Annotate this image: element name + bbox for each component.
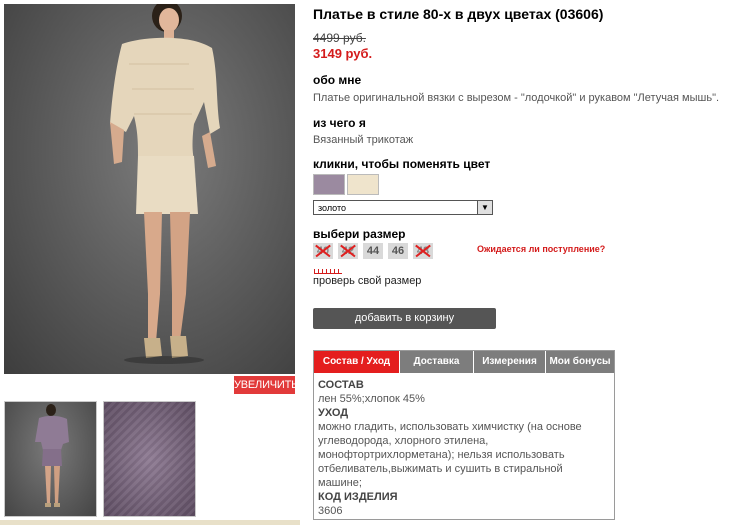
color-heading: кликни, чтобы поменять цвет [313, 157, 491, 171]
tab-measurements[interactable]: Измерения [474, 351, 546, 373]
tab-composition[interactable]: Состав / Уход [314, 351, 400, 373]
product-main-image[interactable] [4, 4, 295, 374]
size-option-40[interactable]: 40 [313, 243, 333, 259]
thumbnail-figure [35, 404, 69, 507]
sale-price: 3149 руб. [313, 46, 373, 61]
color-select[interactable]: золото ▼ [313, 200, 493, 215]
color-select-value: золото [318, 203, 347, 213]
tab-bonuses[interactable]: Мои бонусы [546, 351, 614, 373]
size-option-42[interactable]: 42 [338, 243, 358, 259]
material-text: Вязанный трикотаж [313, 134, 414, 146]
color-swatch-lilac[interactable] [313, 174, 345, 195]
thumbnail-2[interactable] [103, 401, 196, 517]
product-code: 3606 [318, 505, 343, 517]
ruler-icon[interactable] [314, 266, 342, 274]
details-tabs: Состав / Уход Доставка Измерения Мои бон… [314, 351, 614, 373]
size-option-48[interactable]: 48 [413, 243, 433, 259]
thumbnail-1[interactable] [4, 401, 97, 517]
size-heading: выбери размер [313, 227, 406, 241]
model-figure [110, 4, 220, 364]
composition-heading: СОСТАВ [318, 379, 364, 391]
chevron-down-icon[interactable]: ▼ [477, 201, 492, 214]
color-swatch-gold[interactable] [347, 174, 379, 195]
size-option-44[interactable]: 44 [363, 243, 383, 259]
details-content: СОСТАВ лен 55%;хлопок 45% УХОД можно гла… [318, 378, 608, 518]
zoom-button[interactable]: УВЕЛИЧИТЬ [234, 376, 298, 394]
material-heading: из чего я [313, 116, 366, 130]
care-heading: УХОД [318, 407, 349, 419]
about-text: Платье оригинальной вязки с вырезом - "л… [313, 92, 720, 104]
check-size-link[interactable]: проверь свой размер [313, 275, 421, 287]
composition-text: лен 55%;хлопок 45% [318, 393, 425, 405]
details-panel: Состав / Уход Доставка Измерения Мои бон… [313, 350, 615, 520]
about-heading: обо мне [313, 73, 362, 87]
product-title: Платье в стиле 80-х в двух цветах (03606… [313, 6, 604, 22]
care-text: можно гладить, использовать химчистку (н… [318, 421, 582, 489]
size-option-46[interactable]: 46 [388, 243, 408, 259]
old-price: 4499 руб. [313, 31, 366, 45]
tab-delivery[interactable]: Доставка [400, 351, 474, 373]
add-to-cart-button[interactable]: добавить в корзину [313, 308, 496, 329]
divider [0, 520, 300, 525]
awaiting-stock-link[interactable]: Ожидается ли поступление? [477, 244, 605, 254]
product-code-heading: КОД ИЗДЕЛИЯ [318, 491, 398, 503]
